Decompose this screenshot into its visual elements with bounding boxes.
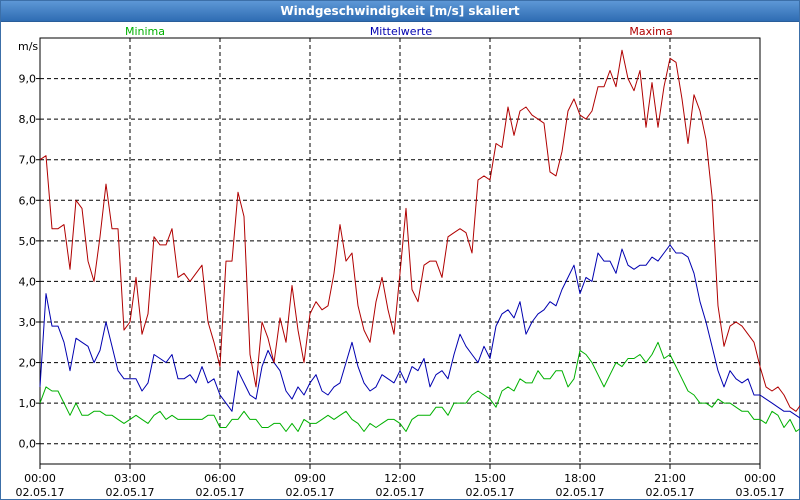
x-tick-time-label: 21:00 — [654, 472, 686, 485]
y-tick-label: 8,0 — [19, 113, 37, 126]
line-chart: 0,01,02,03,04,05,06,07,08,09,0 00:0002.0… — [16, 25, 800, 499]
legend-entry-mittelwerte: Mittelwerte — [370, 25, 433, 38]
x-tick-time-label: 09:00 — [294, 472, 326, 485]
y-axis: 0,0 1,0 2,0 3,0 4,0 5,0 6,0 7,0 8,0 9,0 — [19, 73, 40, 451]
x-tick-date-label: 03.05.17 — [736, 486, 785, 499]
x-tick-date-label: 02.05.17 — [106, 486, 155, 499]
x-tick-date-label: 02.05.17 — [16, 486, 65, 499]
x-tick-date-label: 02.05.17 — [286, 486, 335, 499]
x-tick-date-label: 02.05.17 — [556, 486, 605, 499]
legend-entry-maxima: Maxima — [629, 25, 672, 38]
y-tick-label: 9,0 — [19, 73, 37, 86]
y-tick-label: 6,0 — [19, 194, 37, 207]
x-tick-date-label: 02.05.17 — [376, 486, 425, 499]
y-tick-label: 5,0 — [19, 235, 37, 248]
x-tick-time-label: 12:00 — [384, 472, 416, 485]
x-tick-time-label: 18:00 — [564, 472, 596, 485]
y-tick-label: 2,0 — [19, 357, 37, 370]
x-tick-time-label: 00:00 — [744, 472, 776, 485]
y-tick-label: 1,0 — [19, 397, 37, 410]
x-tick-time-label: 03:00 — [114, 472, 146, 485]
y-axis-unit-label: m/s — [18, 40, 38, 53]
x-tick-time-label: 15:00 — [474, 472, 506, 485]
legend: Minima Mittelwerte Maxima — [125, 25, 673, 38]
y-tick-label: 0,0 — [19, 438, 37, 451]
x-tick-date-label: 02.05.17 — [466, 486, 515, 499]
x-tick-date-label: 02.05.17 — [196, 486, 245, 499]
y-tick-label: 4,0 — [19, 275, 37, 288]
y-tick-label: 7,0 — [19, 154, 37, 167]
legend-entry-minima: Minima — [125, 25, 165, 38]
x-tick-time-label: 00:00 — [24, 472, 56, 485]
y-tick-label: 3,0 — [19, 316, 37, 329]
x-tick-time-label: 06:00 — [204, 472, 236, 485]
x-axis: 00:0002.05.1703:0002.05.1706:0002.05.170… — [16, 464, 785, 499]
x-tick-date-label: 02.05.17 — [646, 486, 695, 499]
